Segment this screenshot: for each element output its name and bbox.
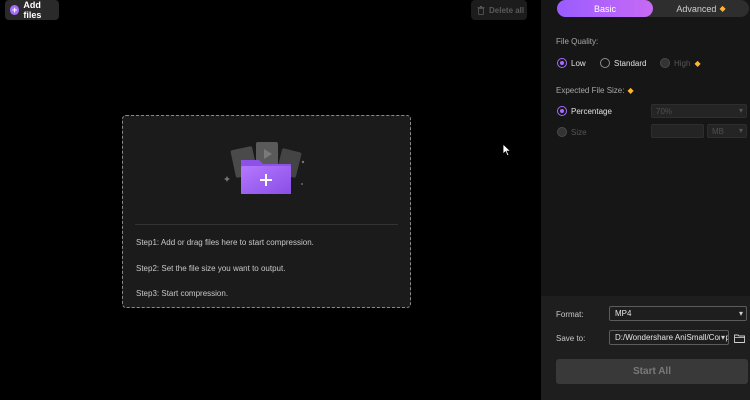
- quality-standard-label: Standard: [614, 58, 647, 68]
- radio-selected-icon: [557, 106, 567, 116]
- quality-high-radio[interactable]: High ◆: [660, 58, 701, 68]
- expected-size-header: Expected File Size: ◆: [556, 86, 634, 95]
- diamond-icon: ◆: [719, 4, 726, 13]
- mode-tabs: Basic Advanced ◆: [557, 0, 749, 17]
- diamond-icon: ◆: [694, 58, 701, 68]
- size-label: Size: [571, 127, 587, 137]
- format-label: Format:: [556, 310, 584, 319]
- trash-icon: [477, 5, 485, 15]
- quality-low-radio[interactable]: Low: [557, 58, 586, 68]
- radio-selected-icon: [557, 58, 567, 68]
- chevron-down-icon: ▾: [719, 333, 725, 342]
- file-quality-label: File Quality:: [556, 37, 599, 46]
- format-select[interactable]: MP4 ▾: [609, 306, 747, 321]
- quality-high-label: High: [674, 58, 691, 68]
- size-unit-value: MB: [712, 126, 724, 136]
- quality-standard-radio[interactable]: Standard: [600, 58, 646, 68]
- diamond-icon: ◆: [627, 86, 634, 95]
- delete-all-button[interactable]: Delete all: [471, 0, 527, 20]
- save-to-select[interactable]: D:/Wondershare AniSmall/Comp ▾: [609, 330, 729, 345]
- percentage-select[interactable]: 70% ▾: [651, 104, 747, 118]
- tab-basic[interactable]: Basic: [557, 0, 653, 17]
- size-percentage-radio[interactable]: Percentage: [557, 106, 612, 116]
- mouse-cursor-icon: [502, 143, 512, 157]
- workspace: + Add files Delete all Step1: Add or dra…: [0, 0, 541, 400]
- output-settings: Format: MP4 ▾ Save to: D:/Wondershare An…: [541, 296, 750, 400]
- step-1-text: Step1: Add or drag files here to start c…: [136, 238, 314, 247]
- radio-disabled-icon: [660, 58, 670, 68]
- chevron-down-icon: ▾: [738, 106, 743, 115]
- percentage-value: 70%: [656, 106, 673, 116]
- tab-advanced[interactable]: Advanced ◆: [653, 0, 749, 17]
- percentage-label: Percentage: [571, 106, 612, 116]
- quality-low-label: Low: [571, 58, 586, 68]
- tab-advanced-label: Advanced: [676, 3, 717, 14]
- folder-add-icon: [224, 142, 305, 194]
- add-circle-icon: +: [10, 5, 20, 15]
- step-3-text: Step3: Start compression.: [136, 289, 229, 298]
- add-files-label: Add files: [23, 0, 42, 20]
- save-to-value: D:/Wondershare AniSmall/Comp: [615, 333, 729, 342]
- file-drop-zone[interactable]: Step1: Add or drag files here to start c…: [122, 115, 411, 308]
- delete-all-label: Delete all: [489, 5, 525, 15]
- chevron-down-icon: ▾: [738, 126, 743, 135]
- size-unit-select[interactable]: MB ▾: [707, 124, 747, 138]
- format-value: MP4: [615, 309, 632, 318]
- settings-panel: Basic Advanced ◆ File Quality: Low Stand…: [541, 0, 750, 400]
- divider: [135, 224, 398, 225]
- radio-disabled-icon: [557, 127, 567, 137]
- size-input[interactable]: [651, 124, 704, 138]
- size-custom-radio[interactable]: Size: [557, 127, 587, 137]
- radio-unselected-icon: [600, 58, 610, 68]
- save-to-label: Save to:: [556, 334, 586, 343]
- folder-icon[interactable]: [734, 334, 745, 343]
- start-all-button[interactable]: Start All: [556, 359, 748, 384]
- expected-size-label: Expected File Size:: [556, 86, 625, 95]
- step-2-text: Step2: Set the file size you want to out…: [136, 264, 286, 273]
- chevron-down-icon: ▾: [738, 309, 743, 318]
- add-files-button[interactable]: + Add files: [5, 0, 59, 20]
- tab-basic-label: Basic: [593, 3, 616, 14]
